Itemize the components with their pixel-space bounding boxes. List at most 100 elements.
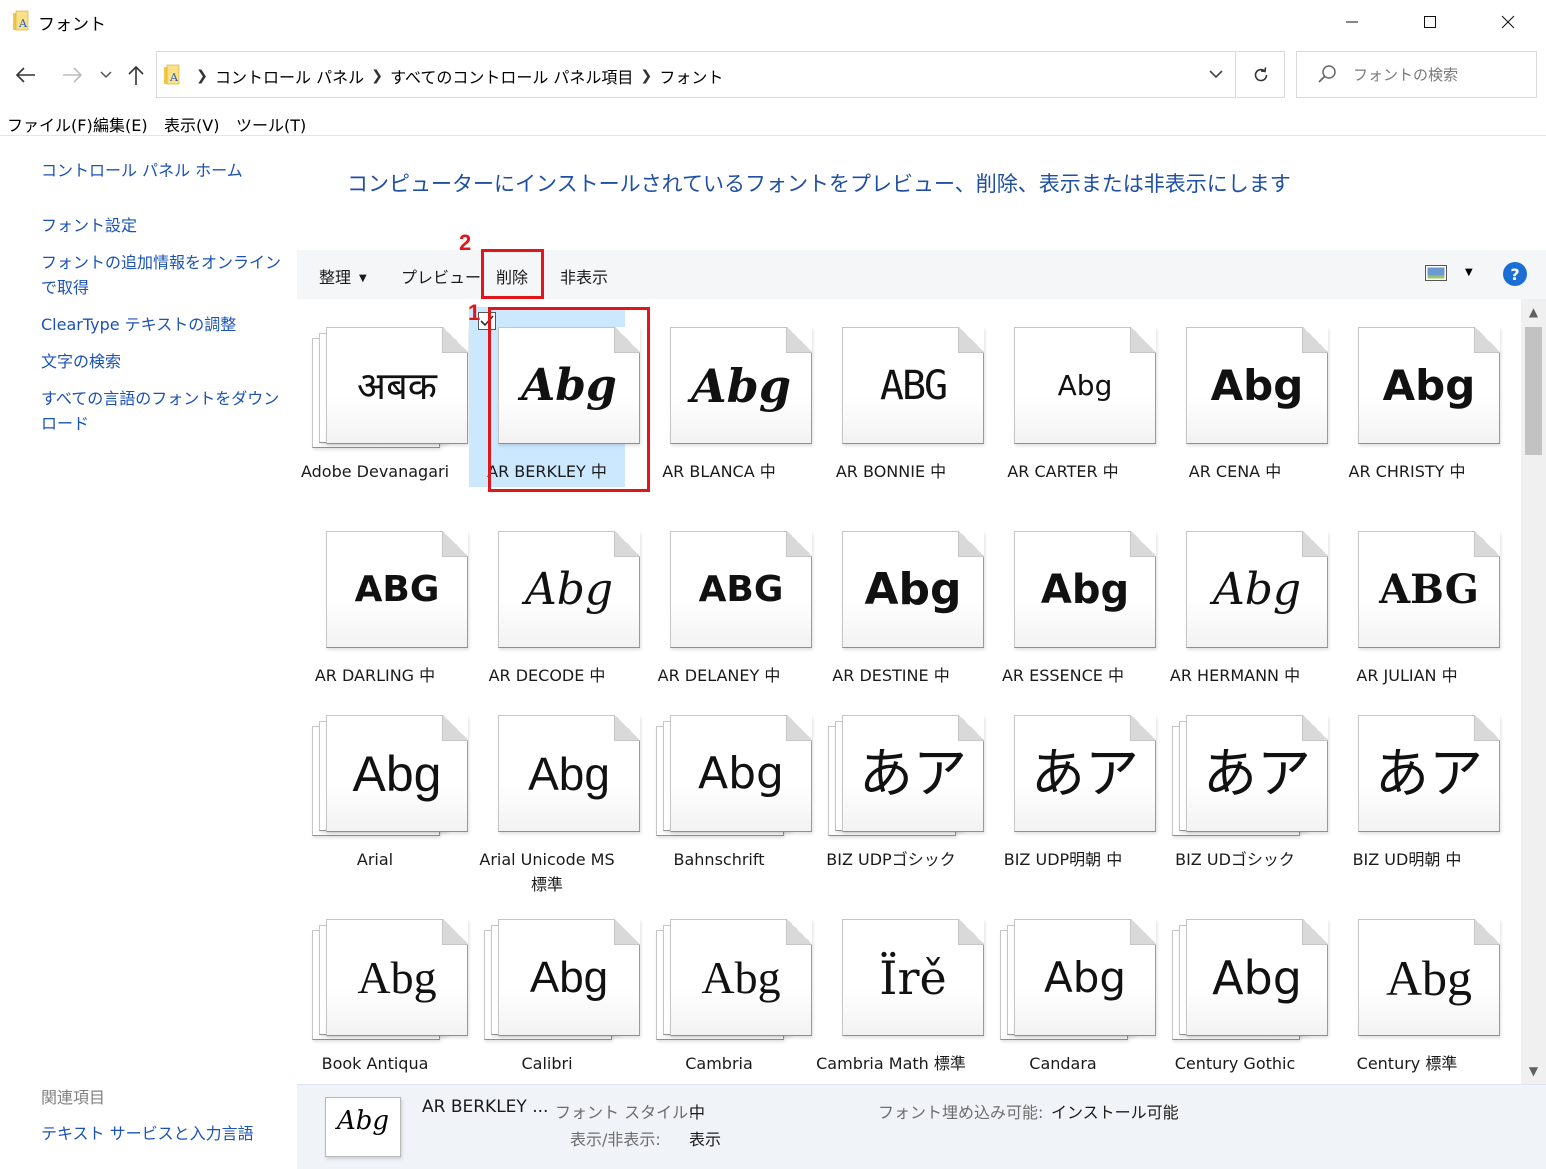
- font-sample: अबक: [357, 364, 437, 408]
- page-fold-icon: [1130, 919, 1156, 945]
- preview-button[interactable]: プレビュー: [401, 264, 481, 288]
- help-button[interactable]: ?: [1503, 262, 1527, 286]
- font-sample: あア: [1203, 742, 1311, 805]
- chevron-down-icon: [100, 71, 112, 79]
- font-name-label: AR HERMANN 中: [1169, 666, 1301, 685]
- font-item[interactable]: あア BIZ UD明朝 中: [1329, 695, 1500, 875]
- page-fold-icon: [786, 531, 812, 557]
- breadcrumb-control-panel[interactable]: コントロール パネル: [215, 64, 364, 88]
- font-item[interactable]: Abg AR CENA 中: [1157, 307, 1328, 487]
- organize-button[interactable]: 整理 ▼: [319, 264, 367, 288]
- font-sample: Abg: [690, 359, 792, 413]
- font-file-icon: ABG: [326, 531, 468, 648]
- nav-control-panel-home[interactable]: コントロール パネル ホーム: [41, 158, 293, 183]
- search-box[interactable]: [1296, 51, 1537, 98]
- address-history-button[interactable]: [1198, 51, 1234, 98]
- font-item[interactable]: Abg AR HERMANN 中: [1157, 511, 1328, 691]
- forward-button[interactable]: [56, 60, 88, 90]
- font-item[interactable]: Abg Century Gothic: [1157, 899, 1328, 1079]
- svg-text:A: A: [18, 17, 28, 30]
- page-fold-icon: [1474, 327, 1500, 353]
- up-button[interactable]: [122, 60, 150, 90]
- font-item[interactable]: Ïrě Cambria Math 標準: [813, 899, 984, 1079]
- menu-view[interactable]: 表示(V): [164, 112, 219, 136]
- back-button[interactable]: [10, 60, 42, 90]
- font-file-icon: Abg: [1186, 531, 1328, 648]
- font-name-label: BIZ UDPゴシック: [826, 850, 956, 869]
- font-item[interactable]: Abg AR DESTINE 中: [813, 511, 984, 691]
- minimize-button[interactable]: [1313, 0, 1391, 44]
- address-bar[interactable]: A ❯ コントロール パネル ❯ すべてのコントロール パネル項目 ❯ フォント: [156, 51, 1236, 98]
- font-file-icon: Abg: [1014, 327, 1156, 444]
- view-options-icon[interactable]: [1425, 265, 1447, 281]
- font-name-label: AR ESSENCE 中: [1001, 666, 1125, 685]
- font-item[interactable]: Abg Book Antiqua: [297, 899, 468, 1079]
- font-item[interactable]: Abg AR BLANCA 中: [641, 307, 812, 487]
- page-fold-icon: [958, 531, 984, 557]
- font-item[interactable]: ABG AR JULIAN 中: [1329, 511, 1500, 691]
- font-item[interactable]: ABG AR DELANEY 中: [641, 511, 812, 691]
- font-item[interactable]: Abg Bahnschrift: [641, 695, 812, 875]
- font-item[interactable]: Abg Arial: [297, 695, 468, 875]
- maximize-button[interactable]: [1391, 0, 1469, 44]
- font-item[interactable]: Abg AR CARTER 中: [985, 307, 1156, 487]
- hide-button[interactable]: 非表示: [560, 264, 608, 288]
- breadcrumb-fonts[interactable]: フォント: [659, 64, 723, 88]
- close-button[interactable]: [1469, 0, 1546, 44]
- font-item[interactable]: Abg AR DECODE 中: [469, 511, 640, 691]
- details-font-thumbnail: Abg: [325, 1097, 401, 1157]
- nav-get-font-info-online[interactable]: フォントの追加情報をオンラインで取得: [41, 250, 293, 300]
- caret-down-icon[interactable]: ▼: [1465, 267, 1473, 278]
- font-item[interactable]: Abg AR CHRISTY 中: [1329, 307, 1500, 487]
- scroll-up-arrow-icon[interactable]: ▲: [1521, 299, 1546, 325]
- font-item[interactable]: あア BIZ UDゴシック: [1157, 695, 1328, 875]
- font-item[interactable]: Abg Arial Unicode MS 標準: [469, 695, 640, 894]
- font-item[interactable]: ABG AR BONNIE 中: [813, 307, 984, 487]
- breadcrumb-all-items[interactable]: すべてのコントロール パネル項目: [390, 64, 633, 88]
- chevron-right-icon[interactable]: ❯: [633, 68, 659, 84]
- font-item[interactable]: ABG AR DARLING 中: [297, 511, 468, 691]
- details-visibility-value: 表示: [689, 1130, 722, 1149]
- nav-font-settings[interactable]: フォント設定: [41, 213, 293, 238]
- menu-file[interactable]: ファイル(F): [7, 112, 93, 136]
- scroll-thumb[interactable]: [1525, 327, 1542, 455]
- menu-edit[interactable]: 編集(E): [93, 112, 148, 136]
- font-item[interactable]: अबक Adobe Devanagari: [297, 307, 468, 487]
- font-item[interactable]: あア BIZ UDP明朝 中: [985, 695, 1156, 875]
- annotation-number-1: 1: [468, 300, 481, 325]
- chevron-right-icon[interactable]: ❯: [364, 68, 390, 84]
- font-sample: Abg: [1210, 361, 1304, 410]
- font-item[interactable]: Abg Century 標準: [1329, 899, 1500, 1079]
- nav-find-character[interactable]: 文字の検索: [41, 349, 293, 374]
- window-title: フォント: [38, 15, 106, 35]
- font-item[interactable]: あア BIZ UDPゴシック: [813, 695, 984, 875]
- font-file-icon: Abg: [326, 919, 468, 1036]
- font-name-label: Century Gothic: [1174, 1054, 1296, 1073]
- search-input[interactable]: [1353, 62, 1529, 88]
- folder-font-icon: A: [13, 10, 29, 31]
- details-style-label: フォント スタイル:: [555, 1103, 694, 1122]
- page-fold-icon: [1302, 919, 1328, 945]
- font-name-label: Book Antiqua: [321, 1054, 429, 1073]
- menu-tools[interactable]: ツール(T): [236, 112, 306, 136]
- nav-download-all-fonts[interactable]: すべての言語のフォントをダウンロード: [41, 386, 293, 436]
- font-name-label: AR DELANEY 中: [657, 666, 781, 685]
- related-text-services-link[interactable]: テキスト サービスと入力言語: [41, 1120, 254, 1144]
- page-fold-icon: [614, 715, 640, 741]
- refresh-button[interactable]: [1237, 51, 1285, 98]
- font-file-icon: あア: [842, 715, 984, 832]
- vertical-scrollbar[interactable]: ▲ ▼: [1521, 299, 1546, 1084]
- font-item[interactable]: Abg Candara: [985, 899, 1156, 1079]
- nav-adjust-cleartype[interactable]: ClearType テキストの調整: [41, 312, 293, 337]
- scroll-down-arrow-icon[interactable]: ▼: [1521, 1058, 1546, 1084]
- font-sample: Abg: [524, 564, 614, 615]
- font-item[interactable]: Abg Cambria: [641, 899, 812, 1079]
- font-item[interactable]: Abg Calibri: [469, 899, 640, 1079]
- font-sample: Abg: [1040, 567, 1130, 613]
- font-file-icon: Abg: [1014, 531, 1156, 648]
- recent-locations-button[interactable]: [96, 60, 116, 90]
- chevron-right-icon[interactable]: ❯: [189, 68, 215, 84]
- svg-text:A: A: [169, 71, 179, 84]
- font-item[interactable]: Abg AR ESSENCE 中: [985, 511, 1156, 691]
- font-file-icon: Abg: [670, 919, 812, 1036]
